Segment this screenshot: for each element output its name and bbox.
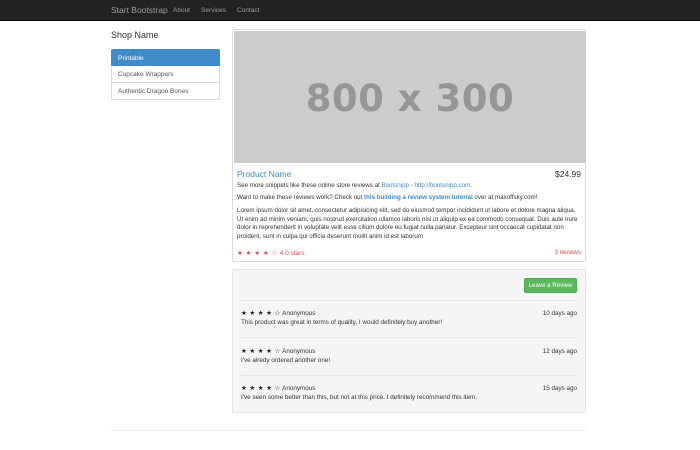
tutorial-link[interactable]: this building a review system tutorial bbox=[364, 194, 473, 201]
review-item: ★ ★ ★ ★ ☆ Anonymous 10 days ago This pro… bbox=[241, 310, 577, 326]
navbar-brand[interactable]: Start Bootstrap bbox=[111, 5, 168, 15]
product-name-link[interactable]: Product Name bbox=[237, 169, 291, 179]
review-author: Anonymous bbox=[282, 310, 316, 317]
snippet-paragraph: See more snippets like these online stor… bbox=[237, 182, 581, 191]
review-item: ★ ★ ★ ★ ☆ Anonymous 15 days ago I've see… bbox=[241, 385, 577, 401]
nav-link-services[interactable]: Services bbox=[201, 7, 226, 14]
category-list: Printable Cupcake Wrappers Authentic Dra… bbox=[111, 49, 220, 100]
snippet-prefix: See more snippets like these online stor… bbox=[237, 182, 382, 189]
review-text: I've seen some better than this, but not… bbox=[241, 394, 478, 401]
tutorial-paragraph: Want to make these reviews work? Check o… bbox=[237, 194, 581, 203]
review-header: ★ ★ ★ ★ ☆ Anonymous bbox=[241, 310, 577, 317]
product-price: $24.99 bbox=[555, 169, 581, 179]
review-date: 12 days ago bbox=[542, 348, 577, 355]
divider bbox=[241, 337, 577, 338]
review-count: 3 reviews bbox=[554, 249, 581, 256]
review-author: Anonymous bbox=[282, 348, 316, 355]
navbar: Start Bootstrap About Services Contact bbox=[0, 0, 700, 21]
rating-label: 4.0 stars bbox=[279, 250, 305, 257]
footer-divider bbox=[111, 430, 586, 431]
snippet-suffix: . bbox=[470, 182, 472, 189]
divider bbox=[241, 300, 577, 301]
product-description: Lorem ipsum dolor sit amet, consectetur … bbox=[237, 207, 578, 240]
bootsnipp-link[interactable]: Bootsnipp - http://bootsnipp.com bbox=[381, 182, 470, 189]
review-date: 15 days ago bbox=[542, 385, 577, 392]
divider bbox=[241, 375, 577, 376]
tutorial-prefix: Want to make these reviews work? Check o… bbox=[237, 194, 365, 201]
review-header: ★ ★ ★ ★ ☆ Anonymous bbox=[241, 385, 577, 392]
star-rating-icon: ★ ★ ★ ★ ☆ bbox=[241, 348, 281, 355]
category-item-authentic-dragon-bones[interactable]: Authentic Dragon Bones bbox=[111, 83, 220, 100]
review-text: I've alredy ordered another one! bbox=[241, 357, 331, 364]
reviews-panel: Leave a Review ★ ★ ★ ★ ☆ Anonymous 10 da… bbox=[232, 269, 586, 413]
category-item-printable[interactable]: Printable bbox=[111, 49, 220, 66]
category-item-cupcake-wrappers[interactable]: Cupcake Wrappers bbox=[111, 66, 220, 83]
product-image-text: 800 x 300 bbox=[305, 77, 515, 120]
review-item: ★ ★ ★ ★ ☆ Anonymous 12 days ago I've alr… bbox=[241, 348, 577, 364]
leave-review-button[interactable]: Leave a Review bbox=[524, 278, 577, 293]
shop-name: Shop Name bbox=[111, 30, 159, 40]
review-text: This product was great in terms of quali… bbox=[241, 319, 443, 326]
product-thumbnail: 800 x 300 $24.99 Product Name See more s… bbox=[232, 29, 586, 262]
product-image: 800 x 300 bbox=[234, 31, 586, 163]
review-header: ★ ★ ★ ★ ☆ Anonymous bbox=[241, 348, 577, 355]
star-rating-icon: ★ ★ ★ ★ ☆ bbox=[241, 385, 281, 392]
nav-link-contact[interactable]: Contact bbox=[237, 7, 259, 14]
star-rating-icon: ★ ★ ★ ★ ☆ bbox=[237, 250, 278, 257]
tutorial-suffix: over at maxoffsky.com! bbox=[472, 194, 538, 201]
review-date: 10 days ago bbox=[542, 310, 577, 317]
nav-link-about[interactable]: About bbox=[173, 7, 190, 14]
review-author: Anonymous bbox=[282, 385, 316, 392]
star-rating-icon: ★ ★ ★ ★ ☆ bbox=[241, 310, 281, 317]
product-rating: ★ ★ ★ ★ ☆ 4.0 stars bbox=[237, 249, 305, 257]
